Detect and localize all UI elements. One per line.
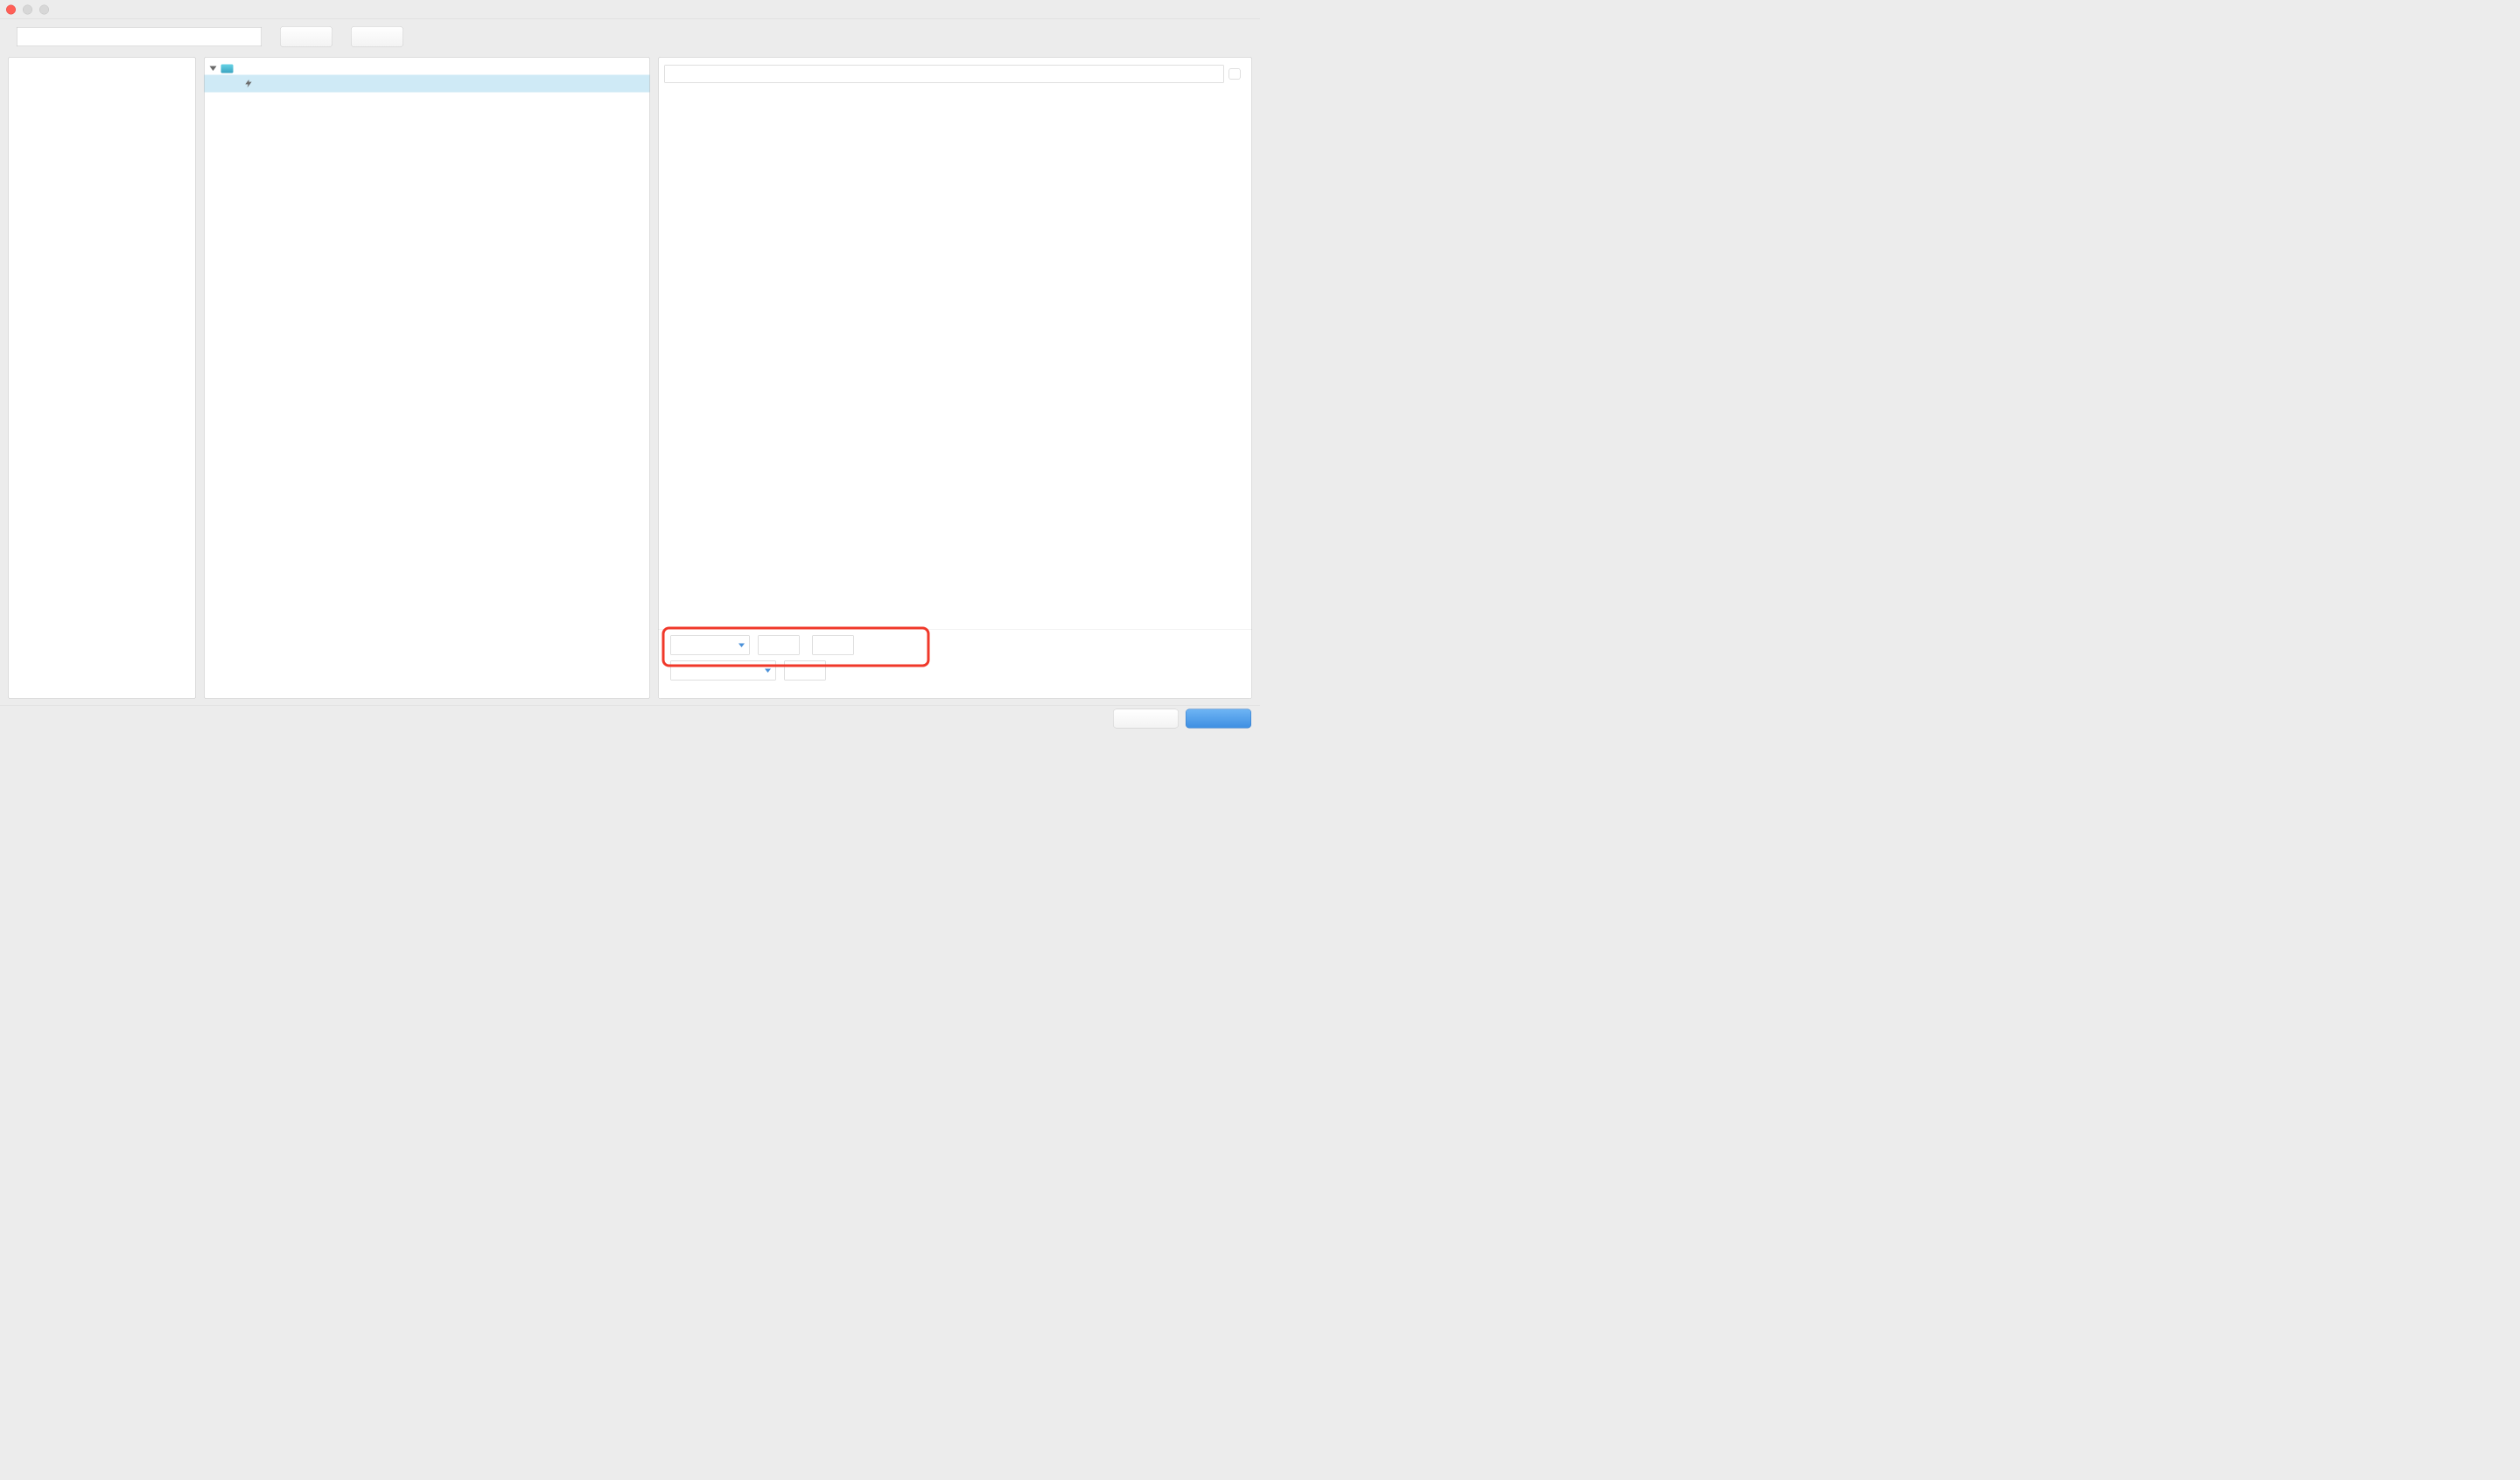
anim-type-select[interactable] bbox=[671, 661, 776, 681]
chevron-down-icon[interactable] bbox=[210, 66, 217, 72]
organize-action-panel bbox=[204, 54, 650, 699]
y-input[interactable] bbox=[813, 636, 854, 655]
x-input[interactable] bbox=[759, 636, 800, 655]
config-action-panel bbox=[658, 54, 1252, 699]
zoom-icon[interactable] bbox=[39, 4, 49, 14]
bolt-icon bbox=[244, 79, 254, 88]
toolbar bbox=[0, 19, 1260, 54]
clear-condition-button[interactable] bbox=[351, 26, 403, 47]
widget-tree[interactable] bbox=[659, 89, 1252, 507]
ok-button[interactable] bbox=[1186, 709, 1251, 728]
titlebar bbox=[0, 0, 1260, 19]
case-action-row[interactable] bbox=[205, 75, 650, 93]
minimize-icon[interactable] bbox=[23, 4, 32, 14]
add-action-panel bbox=[8, 54, 196, 699]
case-name-input[interactable] bbox=[17, 27, 262, 46]
edit-condition-button[interactable] bbox=[280, 26, 332, 47]
case-icon bbox=[221, 65, 234, 73]
hide-unnamed-checkbox[interactable] bbox=[1229, 68, 1241, 80]
move-settings bbox=[659, 629, 1252, 699]
search-input[interactable] bbox=[665, 66, 1224, 83]
close-icon[interactable] bbox=[6, 4, 16, 14]
action-tree[interactable] bbox=[9, 58, 196, 65]
time-input[interactable] bbox=[785, 661, 826, 681]
traffic-lights bbox=[6, 4, 49, 14]
case-header[interactable] bbox=[205, 61, 650, 75]
footer bbox=[0, 705, 1260, 731]
chevron-down-icon bbox=[765, 668, 771, 673]
move-type-select[interactable] bbox=[671, 636, 750, 655]
chevron-down-icon bbox=[738, 643, 745, 647]
cancel-button[interactable] bbox=[1113, 709, 1179, 728]
